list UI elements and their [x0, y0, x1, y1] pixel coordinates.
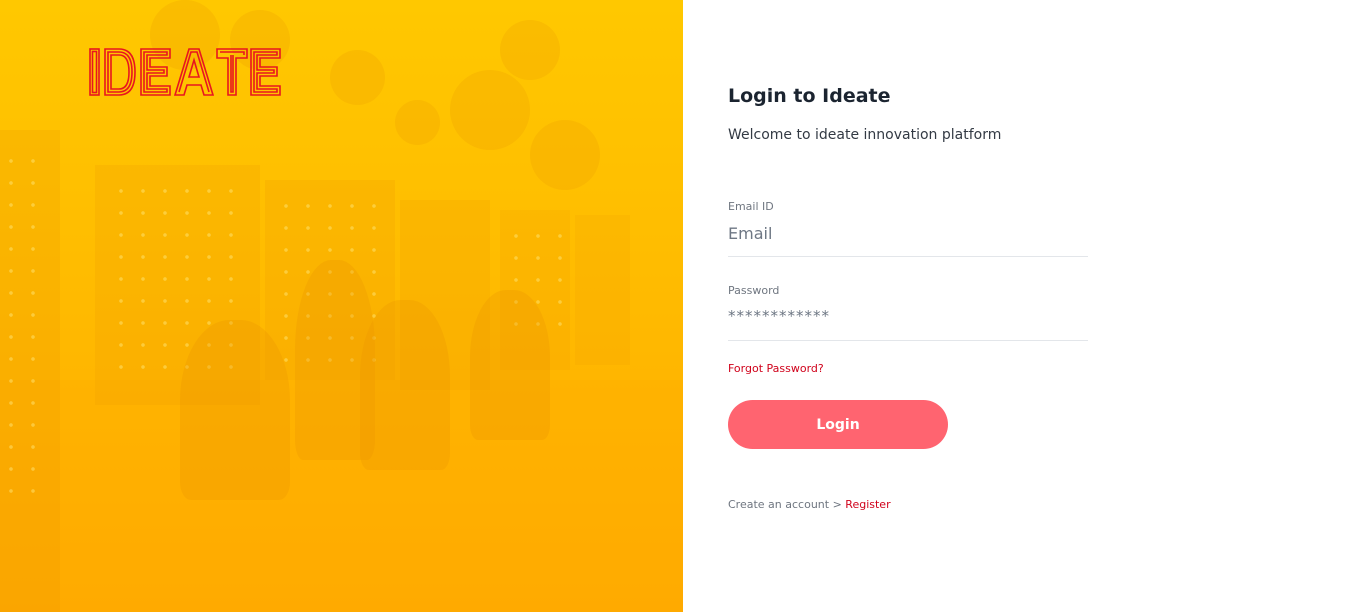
hero-background-bubble: [450, 70, 530, 150]
hero-background-person: [180, 320, 290, 500]
page-title: Login to Ideate: [728, 85, 891, 107]
hero-background-person: [470, 290, 550, 440]
hero-background-bubble: [395, 100, 440, 145]
hero-background-bubble: [330, 50, 385, 105]
password-field[interactable]: [728, 302, 1088, 330]
hero-background-booth: [575, 215, 630, 365]
hero-background-person: [360, 300, 450, 470]
email-underline: [728, 256, 1088, 257]
hero-panel: [0, 0, 683, 612]
email-label: Email ID: [728, 200, 774, 213]
hero-background-dots: [0, 150, 50, 500]
register-prompt: Create an account > Register: [728, 498, 891, 511]
forgot-password-link[interactable]: Forgot Password?: [728, 362, 824, 375]
page-subtitle: Welcome to ideate innovation platform: [728, 127, 1002, 143]
register-prompt-text: Create an account >: [728, 498, 846, 511]
login-button[interactable]: Login: [728, 400, 948, 449]
hero-background-bubble: [530, 120, 600, 190]
password-label: Password: [728, 284, 780, 297]
login-panel: Login to Ideate Welcome to ideate innova…: [683, 0, 1366, 612]
email-field[interactable]: [728, 219, 1088, 247]
register-link[interactable]: Register: [845, 498, 890, 511]
ideate-logo: [89, 48, 281, 96]
password-underline: [728, 340, 1088, 341]
hero-background-bubble: [500, 20, 560, 80]
